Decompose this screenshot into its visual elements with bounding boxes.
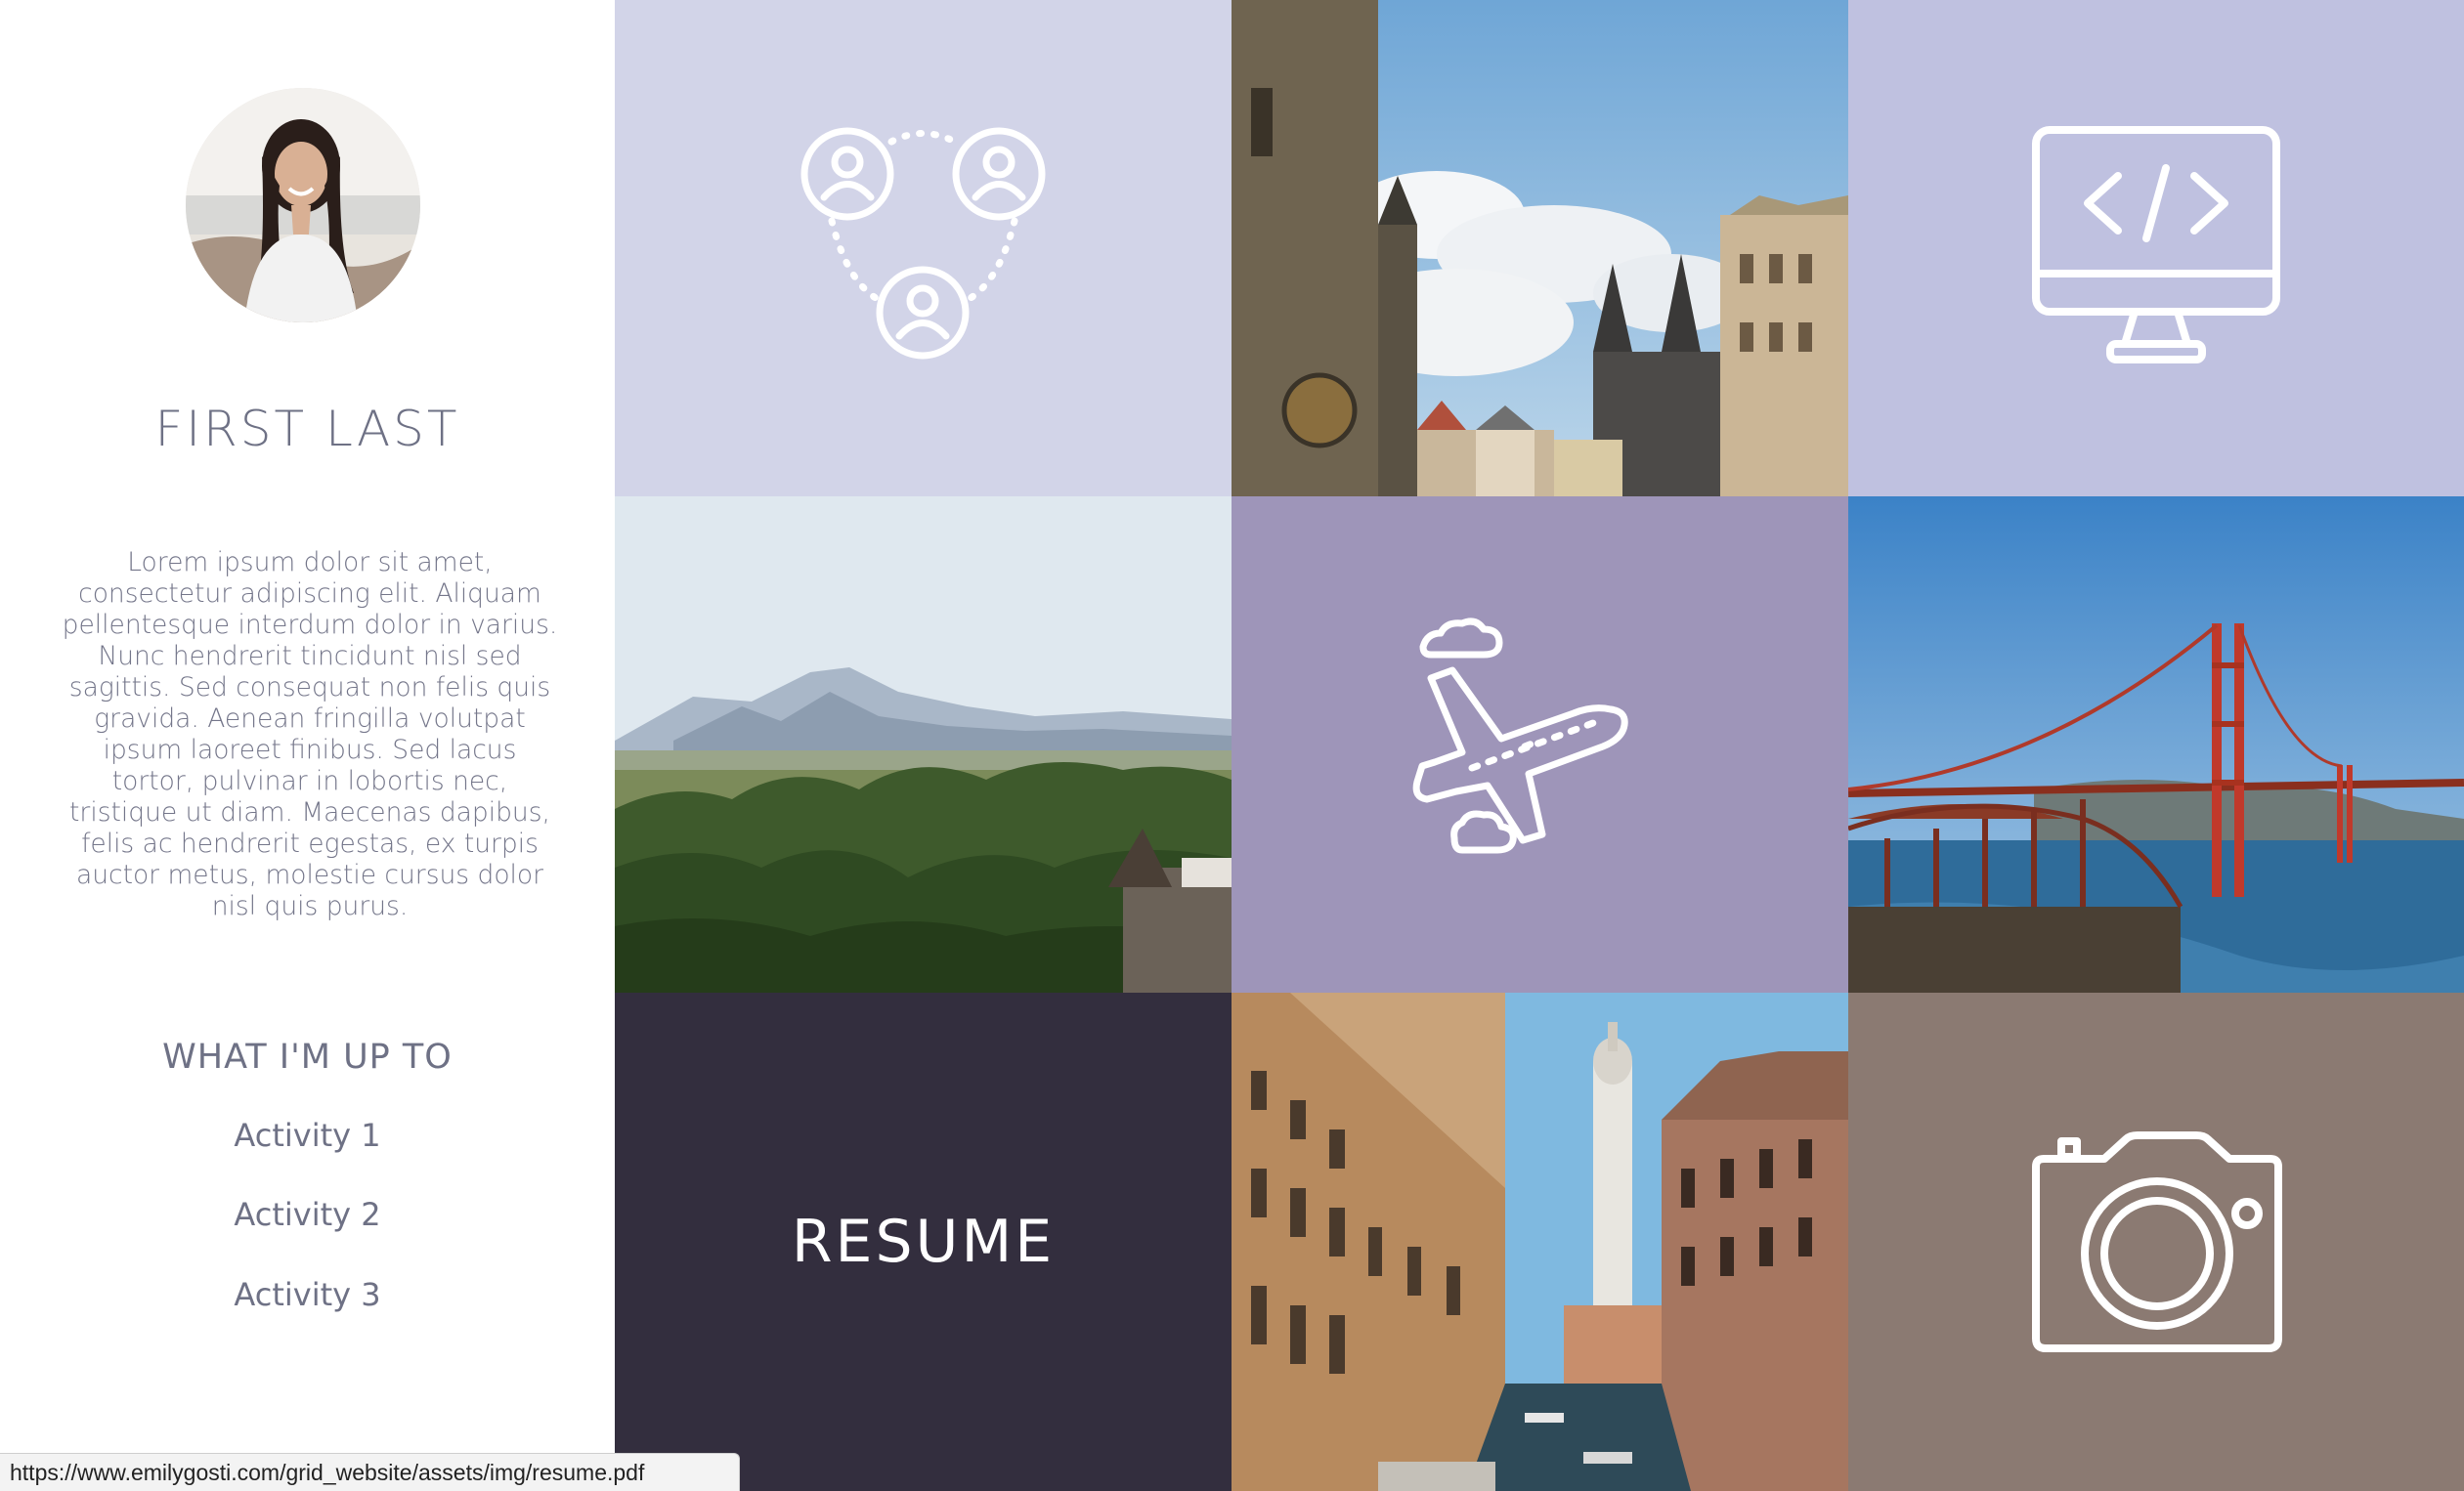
monitor-code-icon	[2032, 126, 2280, 363]
golden-gate-bridge-photo	[1848, 496, 2464, 993]
profile-bio: Lorem ipsum dolor sit amet, consectetur …	[62, 547, 558, 921]
mountain-forest-photo	[615, 496, 1232, 993]
photo-golden-gate-tile[interactable]	[1848, 496, 2464, 993]
code-tile[interactable]	[1848, 0, 2464, 496]
what-im-up-to-heading: WHAT I'M UP TO	[162, 1038, 453, 1077]
profile-name: FIRST LAST	[154, 401, 460, 457]
network-tile[interactable]	[615, 0, 1232, 496]
people-network-icon	[800, 127, 1046, 360]
prague-old-town-photo	[1232, 0, 1848, 496]
camera-icon	[2032, 1131, 2282, 1352]
browser-status-bar-url: https://www.emilygosti.com/grid_website/…	[0, 1453, 740, 1491]
photo-mountains-tile[interactable]	[615, 496, 1232, 993]
resume-link[interactable]: RESUME	[615, 993, 1232, 1491]
photo-venice-tile[interactable]	[1232, 993, 1848, 1491]
activity-link-1[interactable]: Activity 1	[0, 1117, 615, 1154]
activity-link-2[interactable]: Activity 2	[0, 1196, 615, 1233]
photography-tile[interactable]	[1848, 993, 2464, 1491]
travel-tile[interactable]	[1232, 496, 1848, 993]
avatar	[186, 88, 420, 322]
activity-link-3[interactable]: Activity 3	[0, 1276, 615, 1313]
photo-prague-tile[interactable]	[1232, 0, 1848, 496]
venice-canal-photo	[1232, 993, 1848, 1491]
resume-tile[interactable]: RESUME	[615, 993, 1232, 1491]
profile-sidebar: FIRST LAST Lorem ipsum dolor sit amet, c…	[0, 0, 615, 1491]
airplane-icon	[1412, 618, 1628, 854]
